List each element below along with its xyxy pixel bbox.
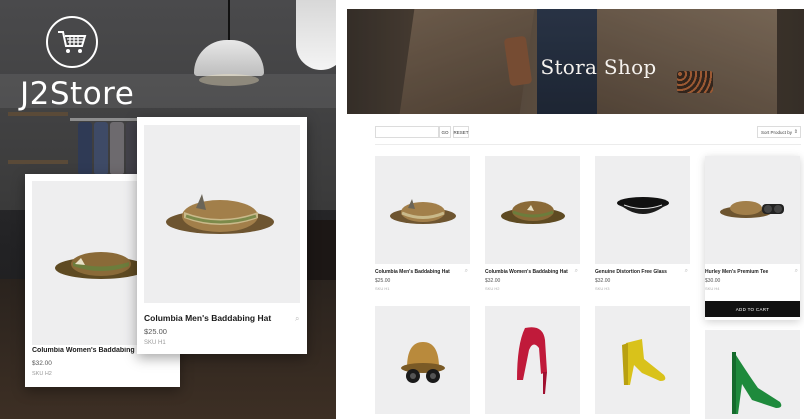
add-to-cart-button[interactable]: ADD TO CART: [705, 301, 800, 317]
shopping-cart-icon: [46, 16, 98, 68]
product-name[interactable]: Columbia Women's Baddabing Hat: [32, 347, 144, 354]
product-sku: SKU H4: [705, 286, 720, 291]
hat-icon: [166, 194, 274, 234]
product-sku: SKU H1: [144, 340, 166, 346]
product-image[interactable]: [485, 156, 580, 264]
product-price: $30.00: [705, 278, 721, 284]
shop-page: Stora Shop GO RESET Sort Product by ⇕ Co…: [336, 0, 804, 419]
product-sku: SKU H1: [375, 286, 390, 291]
product-sku: SKU H2: [485, 286, 500, 291]
product-price: $32.00: [485, 278, 501, 284]
product-name[interactable]: Columbia Women's Baddabing Hat: [485, 269, 571, 275]
product-image[interactable]: [485, 306, 580, 414]
sort-select[interactable]: Sort Product by ⇕: [757, 126, 801, 138]
divider: [375, 144, 801, 145]
product-price: $32.00: [595, 278, 611, 284]
zoom-icon[interactable]: ⌕: [685, 268, 688, 275]
zoom-icon[interactable]: ⌕: [795, 268, 798, 275]
zoom-icon[interactable]: ⌕: [575, 268, 578, 275]
product-price: $25.00: [375, 278, 391, 284]
hat-icon: [500, 201, 565, 224]
shoe-icon: [516, 327, 547, 394]
product-sku: SKU H2: [32, 371, 52, 377]
hat-icon: [616, 197, 669, 214]
sort-select-value: Sort Product by: [761, 129, 793, 135]
search-input[interactable]: [375, 126, 439, 138]
hat-icon: [400, 342, 445, 383]
product-name[interactable]: Hurley Men's Premium Tee: [705, 269, 791, 275]
product-price: $25.00: [144, 327, 167, 336]
product-image[interactable]: [595, 156, 690, 264]
product-name[interactable]: Genuine Distortion Free Glass: [595, 269, 681, 275]
zoom-icon[interactable]: ⌕: [465, 268, 468, 275]
shoe-icon: [621, 339, 665, 385]
product-card[interactable]: Hurley Men's Premium Tee ⌕ $30.00 SKU H4…: [705, 156, 800, 320]
product-sku: SKU H3: [595, 286, 610, 291]
shop-toolbar: GO RESET Sort Product by ⇕: [375, 126, 801, 139]
hat-icon: [389, 199, 456, 224]
hat-icon: [719, 201, 784, 218]
shop-title: Stora Shop: [540, 55, 657, 79]
product-image[interactable]: [375, 156, 470, 264]
product-image[interactable]: [375, 306, 470, 414]
brand-logo: J2Store: [20, 14, 140, 112]
product-image[interactable]: [705, 330, 800, 419]
chevron-updown-icon: ⇕: [793, 129, 798, 135]
product-price: $32.00: [32, 360, 52, 367]
product-image[interactable]: [144, 125, 300, 303]
reset-button[interactable]: RESET: [453, 126, 469, 138]
go-button[interactable]: GO: [439, 126, 451, 138]
product-image[interactable]: [595, 306, 690, 414]
product-image[interactable]: [705, 156, 800, 264]
shop-hero-banner: Stora Shop: [347, 9, 804, 114]
product-name[interactable]: Columbia Men's Baddabing Hat: [144, 313, 294, 323]
brand-name: J2Store: [20, 76, 135, 112]
promo-product-card[interactable]: Columbia Men's Baddabing Hat ⌕ $25.00 SK…: [137, 117, 307, 354]
shoe-icon: [731, 352, 781, 414]
zoom-icon[interactable]: ⌕: [295, 314, 299, 324]
product-name[interactable]: Columbia Men's Baddabing Hat: [375, 269, 461, 275]
